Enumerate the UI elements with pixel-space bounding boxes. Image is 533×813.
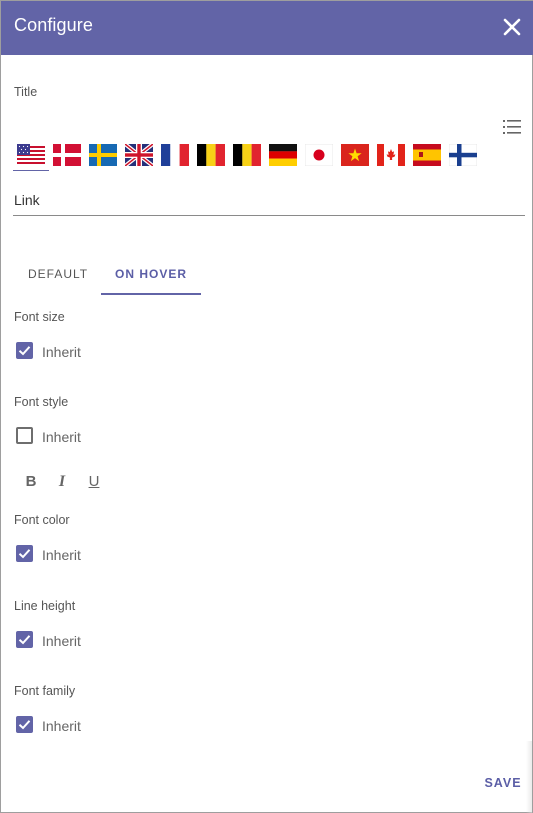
- underline-button[interactable]: U: [84, 472, 104, 492]
- france-flag[interactable]: [161, 144, 189, 166]
- line-height-label: Line height: [14, 599, 76, 613]
- tab-default[interactable]: DEFAULT: [28, 267, 88, 281]
- font-style-inherit-label: Inherit: [42, 429, 81, 445]
- link-input-value: Link: [14, 192, 40, 208]
- bold-button[interactable]: B: [21, 472, 41, 492]
- belgium-flag[interactable]: [197, 144, 225, 166]
- dialog-title: Configure: [14, 15, 93, 35]
- font-family-label: Font family: [14, 684, 76, 698]
- list-icon[interactable]: [503, 119, 521, 135]
- belgium-flag[interactable]: [233, 144, 261, 166]
- font-color-inherit-checkbox[interactable]: [16, 545, 33, 562]
- save-button[interactable]: SAVE: [479, 773, 527, 793]
- italic-button[interactable]: I: [52, 472, 72, 492]
- tab-on-hover[interactable]: ON HOVER: [115, 267, 187, 281]
- font-size-inherit-label: Inherit: [42, 344, 81, 360]
- germany-flag[interactable]: [269, 144, 297, 166]
- font-color-inherit-label: Inherit: [42, 547, 81, 563]
- title-label: Title: [14, 85, 38, 99]
- selected-flag-indicator: [13, 170, 49, 171]
- denmark-flag[interactable]: [53, 144, 81, 166]
- japan-flag[interactable]: [305, 144, 333, 166]
- font-style-label: Font style: [14, 395, 69, 409]
- dialog-header: Configure: [1, 1, 533, 55]
- font-size-label: Font size: [14, 310, 65, 324]
- line-height-inherit-label: Inherit: [42, 633, 81, 649]
- line-height-inherit-checkbox[interactable]: [16, 631, 33, 648]
- font-color-label: Font color: [14, 513, 70, 527]
- sweden-flag[interactable]: [89, 144, 117, 166]
- spain-flag[interactable]: [413, 144, 441, 166]
- finland-flag[interactable]: [449, 144, 477, 166]
- link-input[interactable]: Link: [13, 185, 525, 216]
- uk-flag[interactable]: [125, 144, 153, 166]
- font-family-inherit-checkbox[interactable]: [16, 716, 33, 733]
- us-flag[interactable]: [17, 144, 45, 166]
- close-icon[interactable]: [500, 15, 524, 39]
- font-family-inherit-label: Inherit: [42, 718, 81, 734]
- font-size-inherit-checkbox[interactable]: [16, 342, 33, 359]
- vietnam-flag[interactable]: [341, 144, 369, 166]
- canada-flag[interactable]: [377, 144, 405, 166]
- active-tab-indicator: [101, 293, 201, 295]
- configure-dialog: Configure Title Link DEFAULT ON HOVER Fo…: [0, 0, 533, 813]
- font-style-inherit-checkbox[interactable]: [16, 427, 33, 444]
- scroll-shadow: [526, 741, 532, 813]
